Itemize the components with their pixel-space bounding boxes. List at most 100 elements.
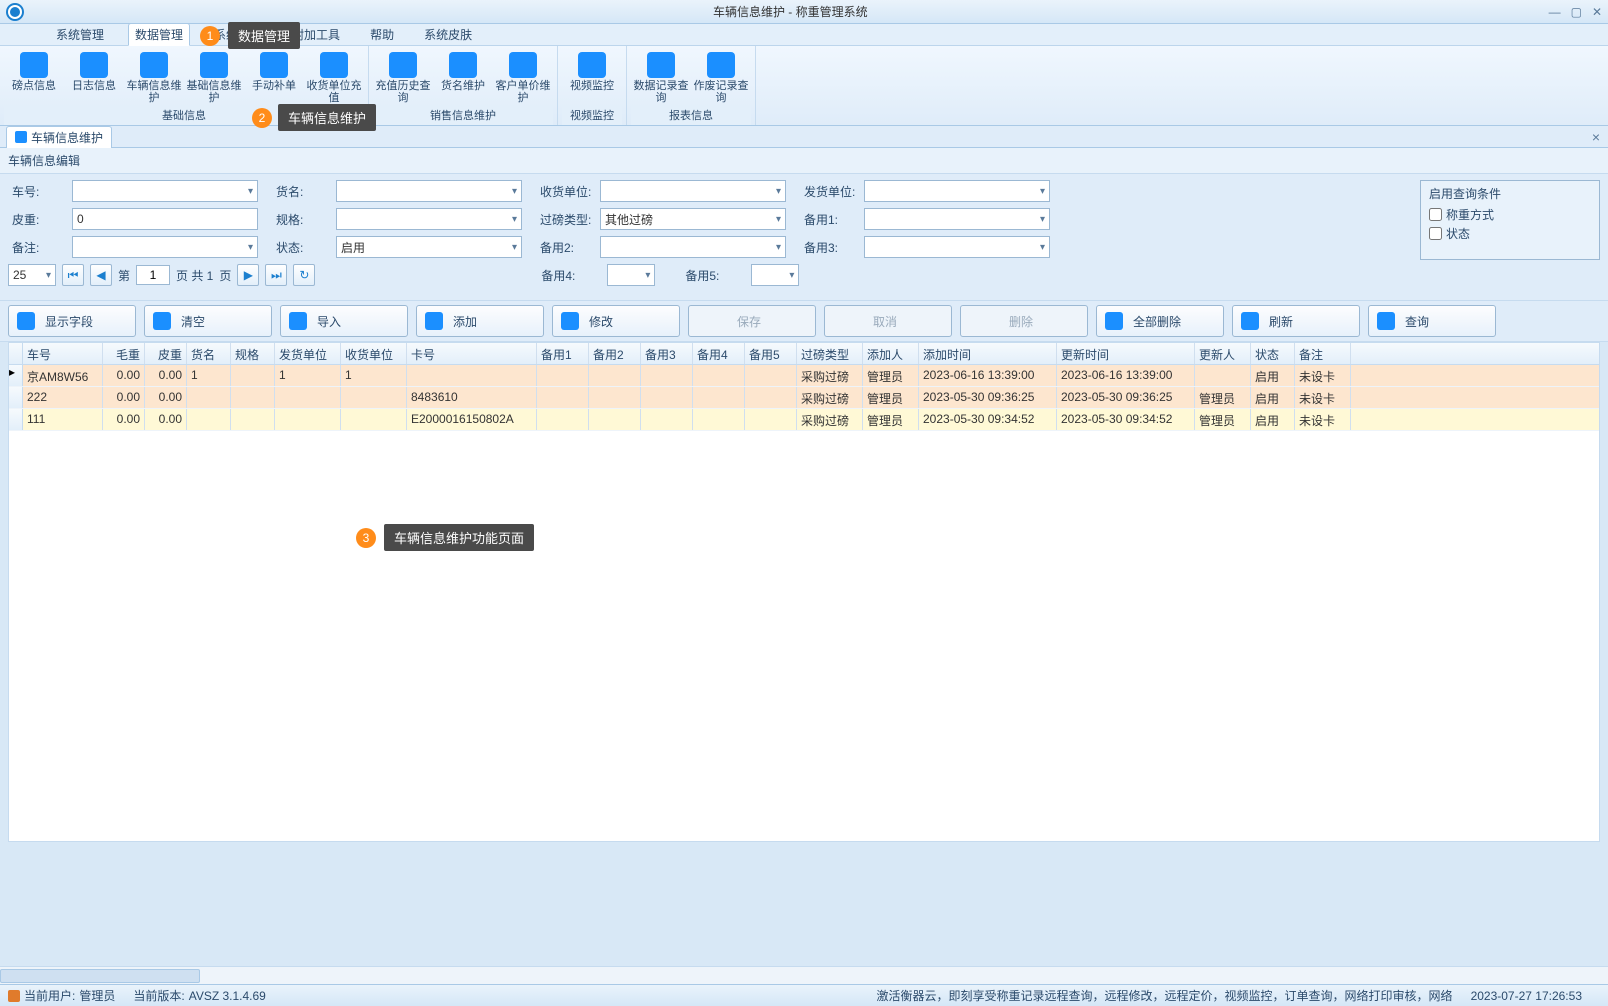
col-发货单位[interactable]: 发货单位	[275, 343, 341, 364]
btn-add[interactable]: 添加	[416, 305, 544, 337]
col-备用3[interactable]: 备用3	[641, 343, 693, 364]
ribbon-btn-manual[interactable]: 手动补单	[244, 48, 304, 105]
btn-edit[interactable]: 修改	[552, 305, 680, 337]
pager-refresh-button[interactable]: ↻	[293, 264, 315, 286]
col-皮重[interactable]: 皮重	[145, 343, 187, 364]
input-状态[interactable]: 启用▾	[336, 236, 522, 258]
page-size-select[interactable]: 25▾	[8, 264, 56, 286]
chevron-down-icon: ▾	[776, 186, 781, 197]
input-规格[interactable]: ▾	[336, 208, 522, 230]
label-备注: 备注:	[8, 239, 72, 256]
query-header: 启用查询条件	[1429, 185, 1591, 202]
btn-save[interactable]: 保存	[688, 305, 816, 337]
window-title: 车辆信息维护 - 称重管理系统	[32, 3, 1549, 20]
col-车号[interactable]: 车号	[23, 343, 103, 364]
input-货名[interactable]: ▾	[336, 180, 522, 202]
ribbon-btn-basic[interactable]: 基础信息维护	[184, 48, 244, 105]
col-更新时间[interactable]: 更新时间	[1057, 343, 1195, 364]
pager-page-input[interactable]	[136, 265, 170, 285]
close-button[interactable]: ✕	[1592, 5, 1602, 19]
table-row[interactable]: 2220.000.008483610采购过磅管理员2023-05-30 09:3…	[9, 387, 1599, 409]
cell-车号: 111	[23, 409, 103, 430]
scrollbar-thumb[interactable]	[0, 969, 200, 983]
col-规格[interactable]: 规格	[231, 343, 275, 364]
pager-mid: 页 共 1	[176, 267, 213, 284]
col-添加人[interactable]: 添加人	[863, 343, 919, 364]
col-收货单位[interactable]: 收货单位	[341, 343, 407, 364]
maximize-button[interactable]: ▢	[1571, 5, 1582, 19]
horizontal-scrollbar[interactable]	[0, 966, 1608, 984]
cell-备用5	[745, 365, 797, 386]
col-添加时间[interactable]: 添加时间	[919, 343, 1057, 364]
col-状态[interactable]: 状态	[1251, 343, 1295, 364]
chk-status[interactable]	[1429, 227, 1442, 240]
input-备用3[interactable]: ▾	[864, 236, 1050, 258]
btn-cancel[interactable]: 取消	[824, 305, 952, 337]
minimize-button[interactable]: —	[1549, 5, 1561, 19]
chk-weigh-mode[interactable]	[1429, 208, 1442, 221]
menu-system[interactable]: 系统管理	[50, 24, 110, 45]
ribbon-btn-void-query[interactable]: 作废记录查询	[691, 48, 751, 105]
table-row[interactable]: ▸京AM8W560.000.00111采购过磅管理员2023-06-16 13:…	[9, 365, 1599, 387]
import-icon	[289, 312, 307, 330]
col-过磅类型[interactable]: 过磅类型	[797, 343, 863, 364]
label-备用1: 备用1:	[800, 211, 864, 228]
ribbon-btn-data-query[interactable]: 数据记录查询	[631, 48, 691, 105]
input-备注[interactable]: ▾	[72, 236, 258, 258]
input-备用4[interactable]: ▾	[607, 264, 655, 286]
cell-卡号	[407, 365, 537, 386]
pager-prev-button[interactable]: ◀	[90, 264, 112, 286]
chevron-down-icon: ▾	[776, 214, 781, 225]
menu-skin[interactable]: 系统皮肤	[418, 24, 478, 45]
btn-import[interactable]: 导入	[280, 305, 408, 337]
cell-备用1	[537, 409, 589, 430]
ribbon-btn-log[interactable]: 日志信息	[64, 48, 124, 105]
chevron-down-icon: ▾	[512, 242, 517, 253]
data-grid[interactable]: 车号 毛重 皮重 货名 规格 发货单位 收货单位 卡号 备用1 备用2 备用3 …	[8, 342, 1600, 842]
btn-refresh[interactable]: 刷新	[1232, 305, 1360, 337]
input-发货单位[interactable]: ▾	[864, 180, 1050, 202]
col-备用1[interactable]: 备用1	[537, 343, 589, 364]
input-过磅类型[interactable]: 其他过磅▾	[600, 208, 786, 230]
col-备用4[interactable]: 备用4	[693, 343, 745, 364]
ribbon-btn-recharge[interactable]: 收货单位充值	[304, 48, 364, 105]
input-车号[interactable]: ▾	[72, 180, 258, 202]
tab-vehicle-maintain[interactable]: 车辆信息维护	[6, 126, 112, 148]
cell-备用1	[537, 387, 589, 408]
col-卡号[interactable]: 卡号	[407, 343, 537, 364]
pager-last-button[interactable]: ⏭	[265, 264, 287, 286]
col-备用2[interactable]: 备用2	[589, 343, 641, 364]
ribbon-btn-recharge-history[interactable]: 充值历史查询	[373, 48, 433, 105]
pager-first-button[interactable]: ⏮	[62, 264, 84, 286]
input-备用5[interactable]: ▾	[751, 264, 799, 286]
col-备用5[interactable]: 备用5	[745, 343, 797, 364]
input-收货单位[interactable]: ▾	[600, 180, 786, 202]
btn-delete[interactable]: 删除	[960, 305, 1088, 337]
btn-delete-all[interactable]: 全部删除	[1096, 305, 1224, 337]
ribbon-btn-goods[interactable]: 货名维护	[433, 48, 493, 105]
btn-query[interactable]: 查询	[1368, 305, 1496, 337]
menu-data[interactable]: 数据管理	[128, 23, 190, 46]
ribbon-btn-price[interactable]: 客户单价维护	[493, 48, 553, 105]
pager-next-button[interactable]: ▶	[237, 264, 259, 286]
tab-close-button[interactable]: ×	[1592, 129, 1600, 145]
btn-show-fields[interactable]: 显示字段	[8, 305, 136, 337]
btn-clear[interactable]: 清空	[144, 305, 272, 337]
col-毛重[interactable]: 毛重	[103, 343, 145, 364]
ribbon-btn-vehicle[interactable]: 车辆信息维护	[124, 48, 184, 105]
ribbon-btn-video[interactable]: 视频监控	[562, 48, 622, 105]
input-备用2[interactable]: ▾	[600, 236, 786, 258]
cell-添加时间: 2023-06-16 13:39:00	[919, 365, 1057, 386]
col-货名[interactable]: 货名	[187, 343, 231, 364]
cell-备用2	[589, 387, 641, 408]
menu-help[interactable]: 帮助	[364, 24, 400, 45]
col-更新人[interactable]: 更新人	[1195, 343, 1251, 364]
table-row[interactable]: 1110.000.00E2000016150802A采购过磅管理员2023-05…	[9, 409, 1599, 431]
cell-添加人: 管理员	[863, 409, 919, 430]
ribbon-btn-station[interactable]: 磅点信息	[4, 48, 64, 105]
cell-状态: 启用	[1251, 387, 1295, 408]
input-皮重[interactable]	[72, 208, 258, 230]
label-货名: 货名:	[272, 183, 336, 200]
col-备注[interactable]: 备注	[1295, 343, 1351, 364]
input-备用1[interactable]: ▾	[864, 208, 1050, 230]
